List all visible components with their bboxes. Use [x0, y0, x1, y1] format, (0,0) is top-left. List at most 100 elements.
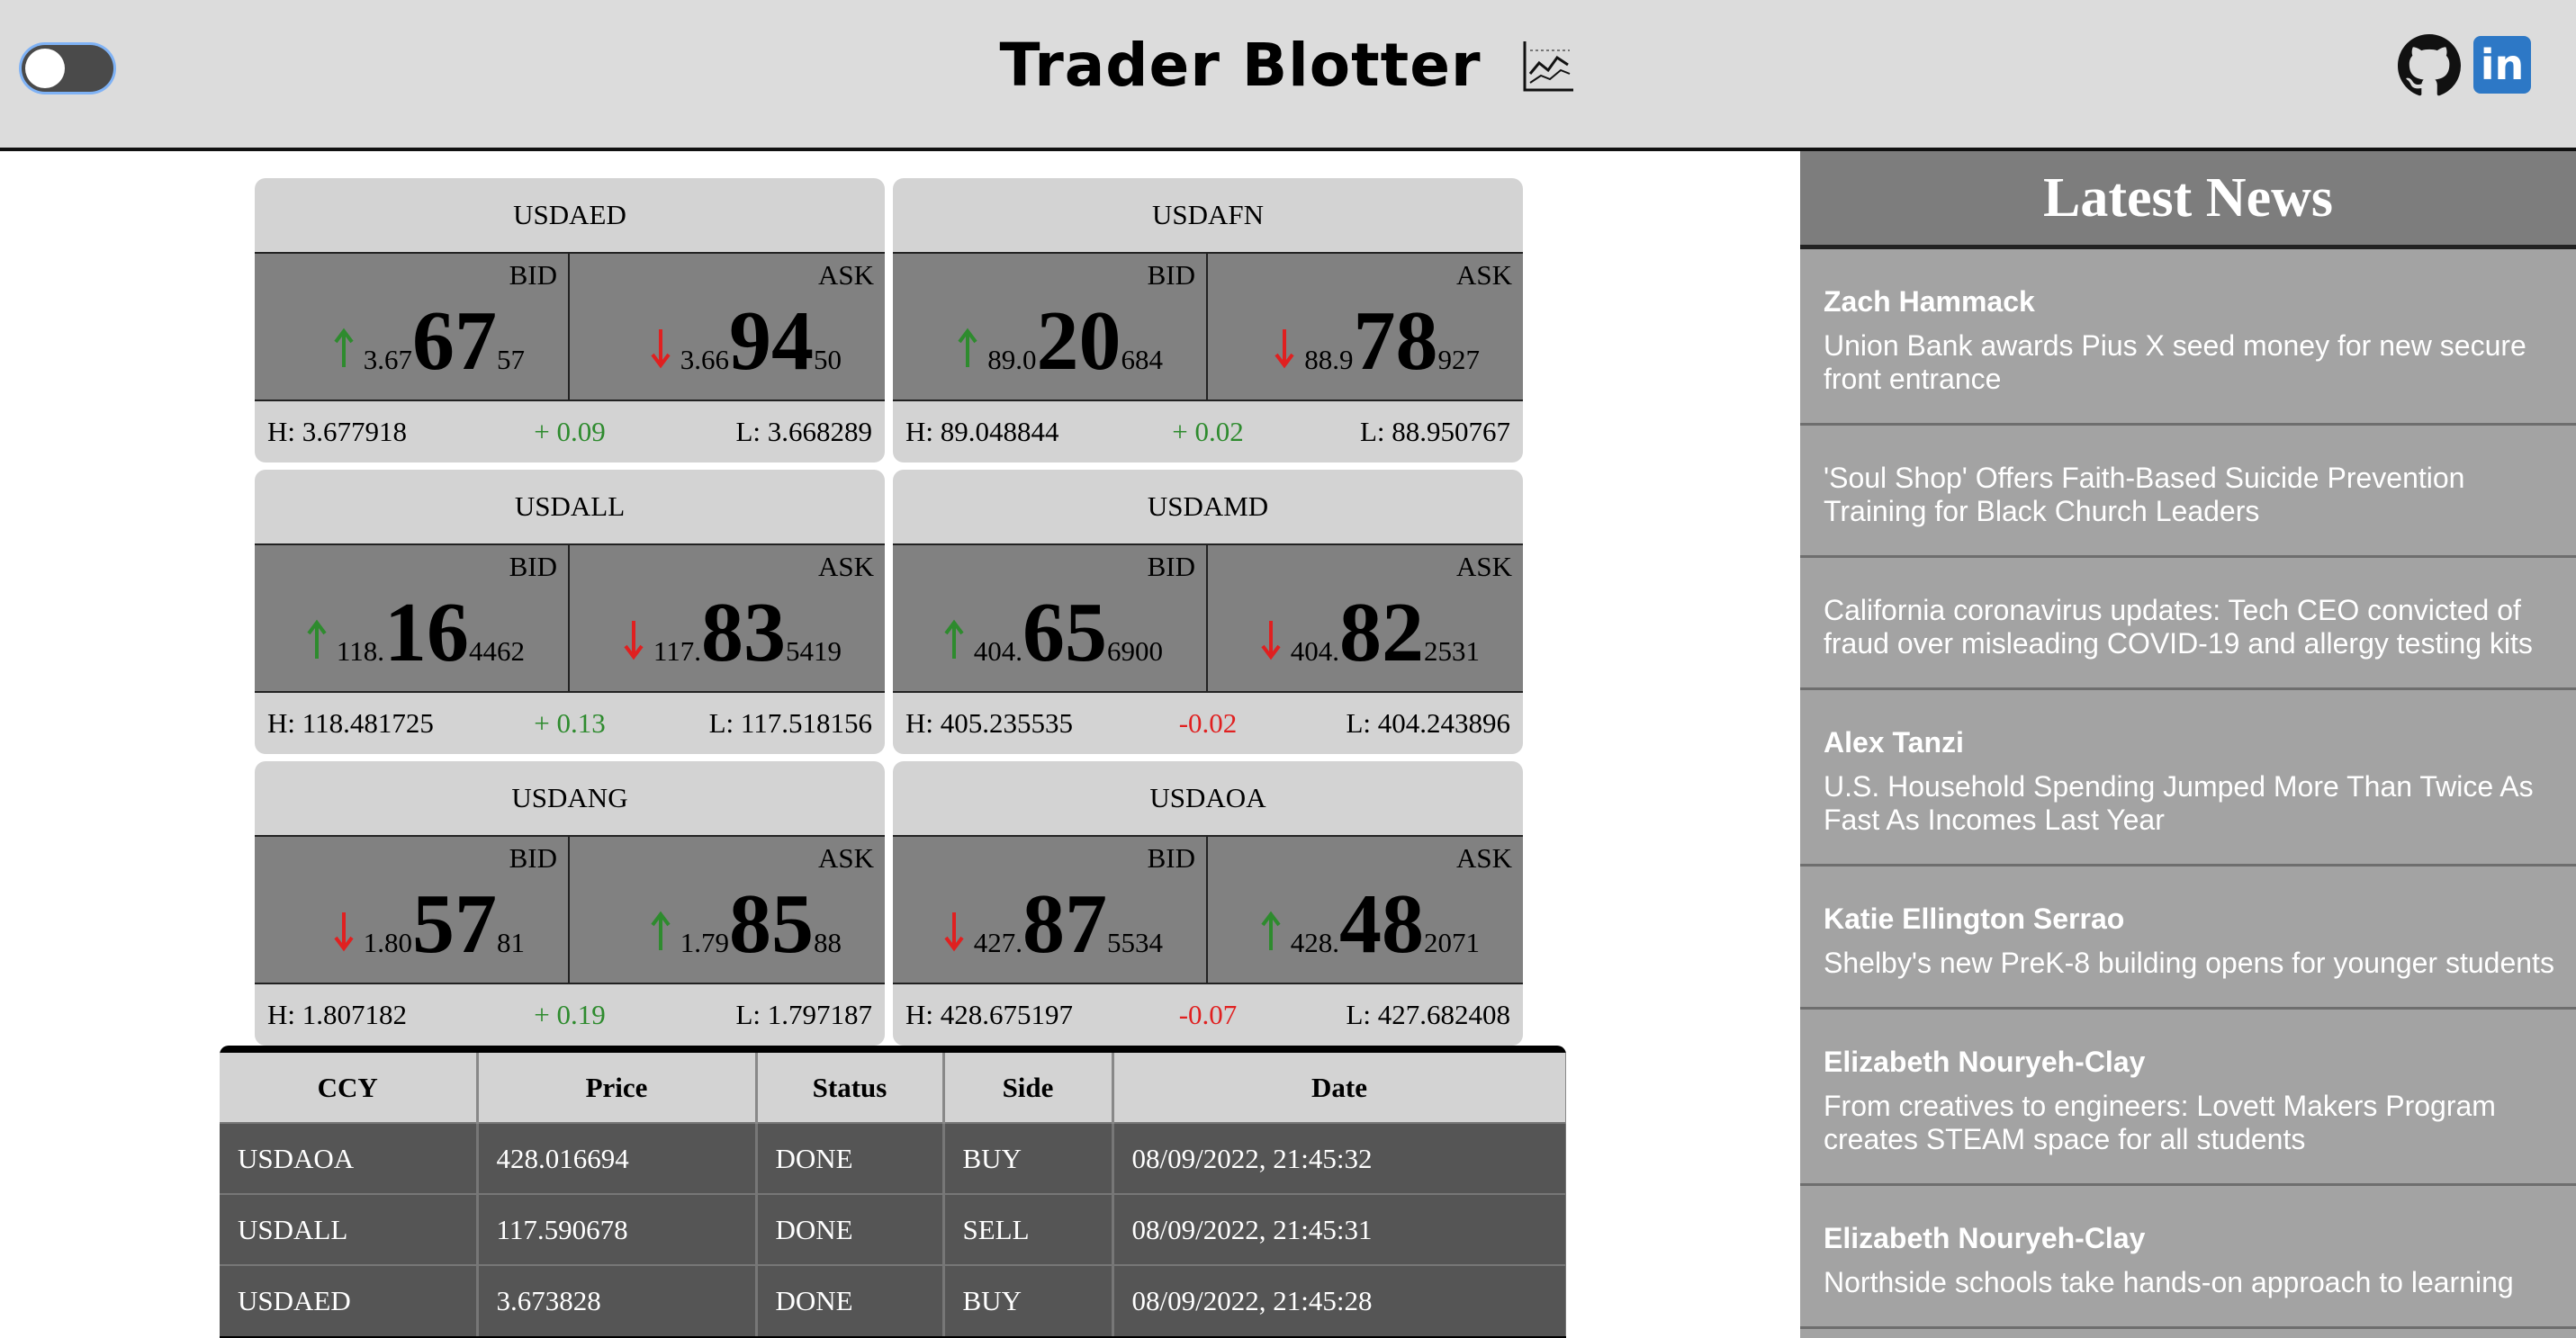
bid-quote[interactable]: BID 404.656900 [893, 543, 1208, 693]
bid-label: BID [509, 259, 557, 291]
price-pips: 94 [729, 294, 814, 388]
ask-quote[interactable]: ASK 3.669450 [570, 252, 885, 401]
news-title: Latest News [1800, 151, 2576, 249]
price-pips: 82 [1339, 586, 1424, 679]
bid-price: 89.020684 [957, 299, 1163, 383]
cell-side: SELL [943, 1193, 1114, 1265]
news-author: Elizabeth Nouryeh-Clay [1824, 1046, 2146, 1078]
bid-price: 118.164462 [306, 590, 525, 675]
price-prefix: 89.0 [987, 344, 1037, 375]
ask-quote[interactable]: ASK 428.482071 [1208, 835, 1523, 984]
price-suffix: 4462 [469, 635, 525, 667]
rate-tile[interactable]: USDANG BID 1.805781 ASK 1.798588 H: 1.807182 +… [255, 761, 885, 1046]
news-headline[interactable]: Union Bank awards Pius X seed money for … [1824, 329, 2556, 396]
news-item[interactable]: 'Soul Shop' Offers Faith-Based Suicide P… [1800, 426, 2576, 558]
tile-low: L: 404.243896 [1346, 707, 1510, 739]
bid-price: 3.676757 [333, 299, 525, 383]
bid-price: 1.805781 [333, 882, 525, 966]
arrow-down-icon [944, 912, 964, 952]
cell-ccy: USDALL [220, 1193, 479, 1265]
col-header-date[interactable]: Date [1112, 1053, 1566, 1123]
arrow-down-icon [1274, 329, 1294, 369]
price-suffix: 88 [814, 927, 842, 958]
price-prefix: 428. [1290, 927, 1339, 958]
trade-blotter: CCY Price Status Side Date USDAOA 428.01… [220, 1046, 1566, 1338]
ask-price: 404.822531 [1260, 590, 1480, 675]
news-headline[interactable]: Shelby's new PreK-8 building opens for y… [1824, 947, 2556, 980]
bid-label: BID [1147, 551, 1195, 582]
arrow-up-icon [651, 911, 671, 950]
rate-tile[interactable]: USDAOA BID 427.875534 ASK 428.482071 H: 428.6… [893, 761, 1523, 1046]
ask-quote[interactable]: ASK 117.835419 [570, 543, 885, 693]
price-pips: 85 [729, 877, 814, 971]
tile-low: L: 117.518156 [708, 707, 872, 739]
table-row[interactable]: USDAED 3.673828 DONE BUY 08/09/2022, 21:… [220, 1264, 1566, 1336]
rate-tile[interactable]: USDAFN BID 89.020684 ASK 88.978927 H: 89.0488… [893, 178, 1523, 462]
cell-ccy: USDAOA [220, 1122, 479, 1194]
news-item[interactable]: Elizabeth Nouryeh-Clay Northside schools … [1800, 1186, 2576, 1329]
cell-status: DONE [756, 1264, 945, 1336]
news-item[interactable]: Zach Hammack Union Bank awards Pius X see… [1800, 249, 2576, 426]
news-headline[interactable]: 'Soul Shop' Offers Faith-Based Suicide P… [1824, 462, 2556, 528]
ask-quote[interactable]: ASK 1.798588 [570, 835, 885, 984]
news-item[interactable]: California coronavirus updates: Tech CEO… [1800, 558, 2576, 690]
col-header-ccy[interactable]: CCY [220, 1053, 479, 1123]
price-pips: 20 [1036, 294, 1121, 388]
cell-price: 3.673828 [477, 1264, 758, 1336]
rate-tile[interactable]: USDALL BID 118.164462 ASK 117.835419 H: 118.4… [255, 470, 885, 754]
chart-icon [1523, 40, 1573, 91]
cell-ccy: USDAED [220, 1264, 479, 1336]
rate-tile[interactable]: USDAED BID 3.676757 ASK 3.669450 H: 3.677918 +… [255, 178, 885, 462]
bid-quote[interactable]: BID 89.020684 [893, 252, 1208, 401]
tile-currency-pair: USDAOA [1149, 782, 1266, 813]
col-header-status[interactable]: Status [756, 1053, 945, 1123]
cell-date: 08/09/2022, 21:45:32 [1112, 1122, 1566, 1194]
price-pips: 16 [384, 586, 469, 679]
price-suffix: 6900 [1107, 635, 1163, 667]
bid-quote[interactable]: BID 118.164462 [255, 543, 570, 693]
news-item[interactable]: Katie Ellington Serrao Shelby's new PreK-… [1800, 867, 2576, 1010]
news-headline[interactable]: California coronavirus updates: Tech CEO… [1824, 594, 2556, 660]
cell-date: 08/09/2022, 21:45:28 [1112, 1264, 1566, 1336]
bid-price: 404.656900 [943, 590, 1163, 675]
ask-quote[interactable]: ASK 88.978927 [1208, 252, 1523, 401]
arrow-up-icon [944, 619, 964, 659]
ask-price: 428.482071 [1260, 882, 1480, 966]
tile-currency-pair: USDALL [514, 490, 626, 522]
bid-quote[interactable]: BID 427.875534 [893, 835, 1208, 984]
bid-quote[interactable]: BID 3.676757 [255, 252, 570, 401]
news-headline[interactable]: U.S. Household Spending Jumped More Than… [1824, 770, 2556, 837]
table-row[interactable]: USDALL 117.590678 DONE SELL 08/09/2022, … [220, 1193, 1566, 1265]
github-icon[interactable] [2398, 34, 2461, 97]
news-author: Katie Ellington Serrao [1824, 902, 2125, 935]
news-item[interactable]: Elizabeth Nouryeh-Clay From creatives to … [1800, 1010, 2576, 1186]
news-headline[interactable]: From creatives to engineers: Lovett Make… [1824, 1090, 2556, 1156]
news-headline[interactable]: Northside schools take hands-on approach… [1824, 1266, 2556, 1299]
ask-price: 117.835419 [623, 590, 842, 675]
cell-price: 117.590678 [477, 1193, 758, 1265]
tile-low: L: 1.797187 [735, 999, 872, 1030]
news-author: Zach Hammack [1824, 285, 2035, 318]
table-row[interactable]: USDAOA 428.016694 DONE BUY 08/09/2022, 2… [220, 1122, 1566, 1194]
rate-tile[interactable]: USDAMD BID 404.656900 ASK 404.822531 H: 405.2… [893, 470, 1523, 754]
cell-side: BUY [943, 1122, 1114, 1194]
ask-price: 3.669450 [650, 299, 842, 383]
tile-footer: H: 428.675197 -0.07 L: 427.682408 [893, 984, 1523, 1046]
bid-quote[interactable]: BID 1.805781 [255, 835, 570, 984]
linkedin-icon[interactable]: in [2473, 36, 2531, 94]
ask-quote[interactable]: ASK 404.822531 [1208, 543, 1523, 693]
tile-low: L: 88.950767 [1359, 416, 1510, 447]
arrow-up-icon [958, 328, 977, 367]
price-suffix: 81 [497, 927, 525, 958]
ask-label: ASK [817, 259, 874, 291]
price-pips: 87 [1022, 877, 1107, 971]
tile-footer: H: 118.481725 + 0.13 L: 117.518156 [255, 693, 885, 754]
blotter-table: CCY Price Status Side Date USDAOA 428.01… [220, 1053, 1566, 1336]
tile-low: L: 3.668289 [735, 416, 872, 447]
col-header-price[interactable]: Price [477, 1053, 758, 1123]
col-header-side[interactable]: Side [943, 1053, 1114, 1123]
price-suffix: 927 [1437, 344, 1481, 375]
cell-status: DONE [756, 1122, 945, 1194]
tile-currency-pair: USDAFN [1151, 199, 1265, 230]
news-item[interactable]: Alex Tanzi U.S. Household Spending Jumped… [1800, 690, 2576, 867]
